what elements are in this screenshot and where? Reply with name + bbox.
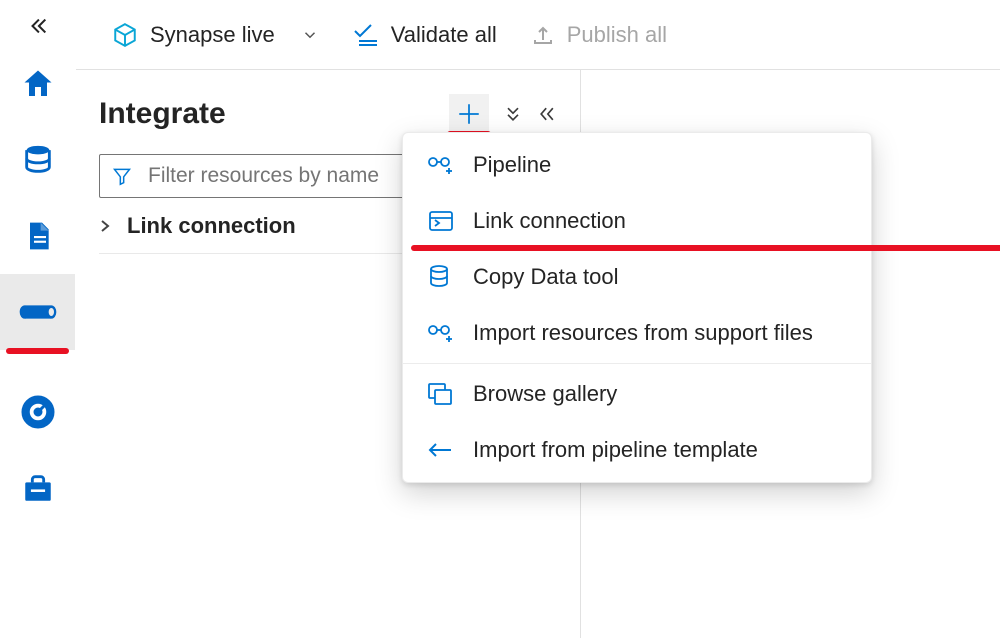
caret-right-icon <box>99 219 111 233</box>
database-icon <box>21 143 55 177</box>
menu-item-label: Browse gallery <box>473 381 617 407</box>
home-icon <box>20 66 56 102</box>
content-area: Integrate <box>76 70 1000 638</box>
validate-label: Validate all <box>391 22 497 48</box>
panel-title: Integrate <box>99 97 226 131</box>
chevron-down-icon <box>301 26 319 44</box>
database-small-icon <box>427 264 451 290</box>
double-chevron-left-icon <box>537 104 557 124</box>
menu-browse-gallery[interactable]: Browse gallery <box>403 366 871 422</box>
pipeline-small-icon <box>427 154 455 176</box>
upload-icon <box>531 23 555 47</box>
menu-item-label: Copy Data tool <box>473 264 619 290</box>
mode-dropdown[interactable]: Synapse live <box>112 22 319 48</box>
toolbox-icon <box>20 471 56 505</box>
nav-monitor[interactable] <box>0 374 75 450</box>
add-resource-menu: Pipeline Link connection Copy Data tool … <box>402 132 872 483</box>
plus-icon <box>456 101 482 127</box>
annotation-highlight <box>6 348 69 354</box>
publish-label: Publish all <box>567 22 667 48</box>
gauge-icon <box>20 394 56 430</box>
nav-develop[interactable] <box>0 198 75 274</box>
menu-import-template[interactable]: Import from pipeline template <box>403 422 871 478</box>
top-toolbar: Synapse live Validate all Publish all <box>76 0 1000 70</box>
nav-manage[interactable] <box>0 450 75 526</box>
link-connection-icon <box>427 209 455 233</box>
mode-label: Synapse live <box>150 22 275 48</box>
checklist-icon <box>353 23 379 47</box>
menu-item-label: Import resources from support files <box>473 320 813 346</box>
validate-all-button[interactable]: Validate all <box>353 22 497 48</box>
double-chevron-down-icon <box>503 104 523 124</box>
nav-data[interactable] <box>0 122 75 198</box>
publish-all-button[interactable]: Publish all <box>531 22 667 48</box>
filter-icon <box>112 166 132 186</box>
menu-pipeline[interactable]: Pipeline <box>403 137 871 193</box>
pipeline-small-icon <box>427 322 455 344</box>
document-icon <box>22 219 54 253</box>
menu-item-label: Link connection <box>473 208 626 234</box>
nav-rail <box>0 0 75 638</box>
expand-rail-button[interactable] <box>8 6 68 46</box>
integrate-panel: Integrate <box>76 70 581 638</box>
arrow-left-icon <box>427 442 453 458</box>
menu-import-support[interactable]: Import resources from support files <box>403 305 871 361</box>
menu-link-connection[interactable]: Link connection <box>403 193 871 249</box>
expand-all-button[interactable] <box>503 104 523 124</box>
pipeline-icon <box>18 298 58 326</box>
nav-home[interactable] <box>0 46 75 122</box>
add-resource-button[interactable] <box>449 94 489 134</box>
menu-divider <box>403 363 871 364</box>
tree-item-label: Link connection <box>127 213 296 239</box>
nav-integrate[interactable] <box>0 274 75 350</box>
collapse-panel-button[interactable] <box>537 104 557 124</box>
gallery-icon <box>427 382 453 406</box>
menu-copy-data[interactable]: Copy Data tool <box>403 249 871 305</box>
menu-item-label: Import from pipeline template <box>473 437 758 463</box>
menu-item-label: Pipeline <box>473 152 551 178</box>
hexagon-icon <box>112 22 138 48</box>
